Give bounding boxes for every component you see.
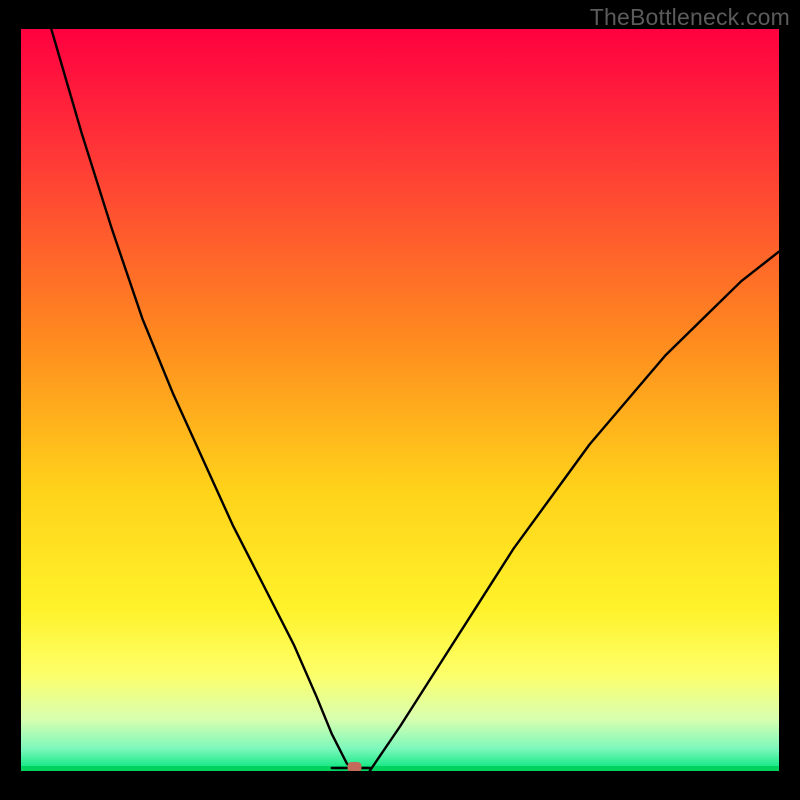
bottleneck-plot bbox=[21, 29, 779, 771]
gradient-background bbox=[21, 29, 779, 771]
plot-svg bbox=[21, 29, 779, 771]
baseline-strip bbox=[21, 766, 779, 771]
chart-frame: TheBottleneck.com bbox=[0, 0, 800, 800]
optimal-marker bbox=[348, 762, 362, 771]
watermark-text: TheBottleneck.com bbox=[590, 4, 790, 31]
